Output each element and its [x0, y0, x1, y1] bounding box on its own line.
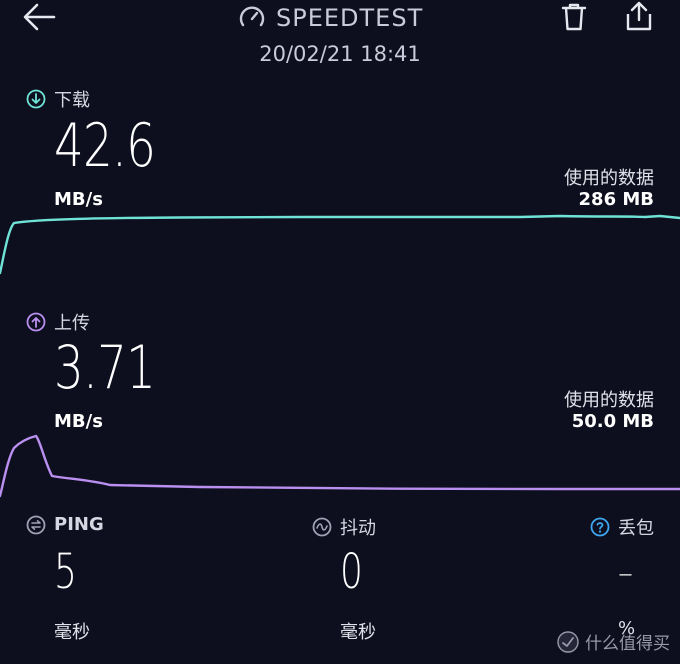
upload-arrow-icon	[26, 312, 46, 332]
ping-label-text: PING	[54, 514, 104, 535]
download-data-used-label: 使用的数据	[564, 168, 654, 189]
jitter-value: 0	[340, 544, 363, 600]
back-button[interactable]	[22, 2, 56, 32]
download-speed-line	[0, 214, 680, 275]
download-speed-value: 42.6	[54, 111, 156, 181]
help-icon[interactable]	[590, 517, 610, 537]
arrow-left-icon	[23, 3, 56, 31]
upload-label: 上传	[26, 309, 90, 335]
jitter-icon	[312, 517, 332, 537]
jitter-unit: 毫秒	[340, 622, 376, 643]
download-label-text: 下载	[54, 90, 90, 111]
ping-icon	[26, 515, 46, 534]
jitter-label: 抖动	[312, 514, 376, 540]
upload-speed-line	[0, 434, 680, 498]
trash-icon	[561, 3, 587, 31]
speedometer-icon	[239, 6, 265, 27]
delete-button[interactable]	[560, 2, 588, 32]
test-timestamp: 20/02/21 18:41	[259, 42, 421, 66]
upload-data-used-value: 50.0 MB	[571, 411, 654, 432]
ping-label: PING	[26, 514, 104, 535]
app-title: SPEEDTEST	[238, 2, 423, 34]
download-arrow-icon	[26, 89, 46, 109]
share-icon	[626, 1, 652, 31]
ping-value: 5	[54, 544, 77, 600]
ping-unit: 毫秒	[54, 622, 90, 643]
packet-loss-label-text: 丢包	[618, 518, 654, 539]
download-speed-graph	[0, 214, 680, 275]
upload-label-text: 上传	[54, 313, 90, 334]
packet-loss-label: 丢包	[590, 514, 654, 540]
watermark: 什么值得买	[557, 629, 670, 654]
jitter-label-text: 抖动	[340, 518, 376, 539]
watermark-text: 什么值得买	[585, 634, 670, 654]
packet-loss-value: –	[618, 556, 633, 591]
upload-speed-unit: MB/s	[54, 411, 103, 432]
watermark-logo-icon	[557, 630, 579, 653]
app-title-text: SPEEDTEST	[276, 4, 424, 32]
upload-speed-value: 3.71	[54, 333, 156, 403]
upload-data-used-label: 使用的数据	[564, 390, 654, 411]
share-button[interactable]	[624, 0, 654, 32]
download-label: 下载	[26, 86, 90, 112]
upload-speed-graph	[0, 434, 680, 498]
